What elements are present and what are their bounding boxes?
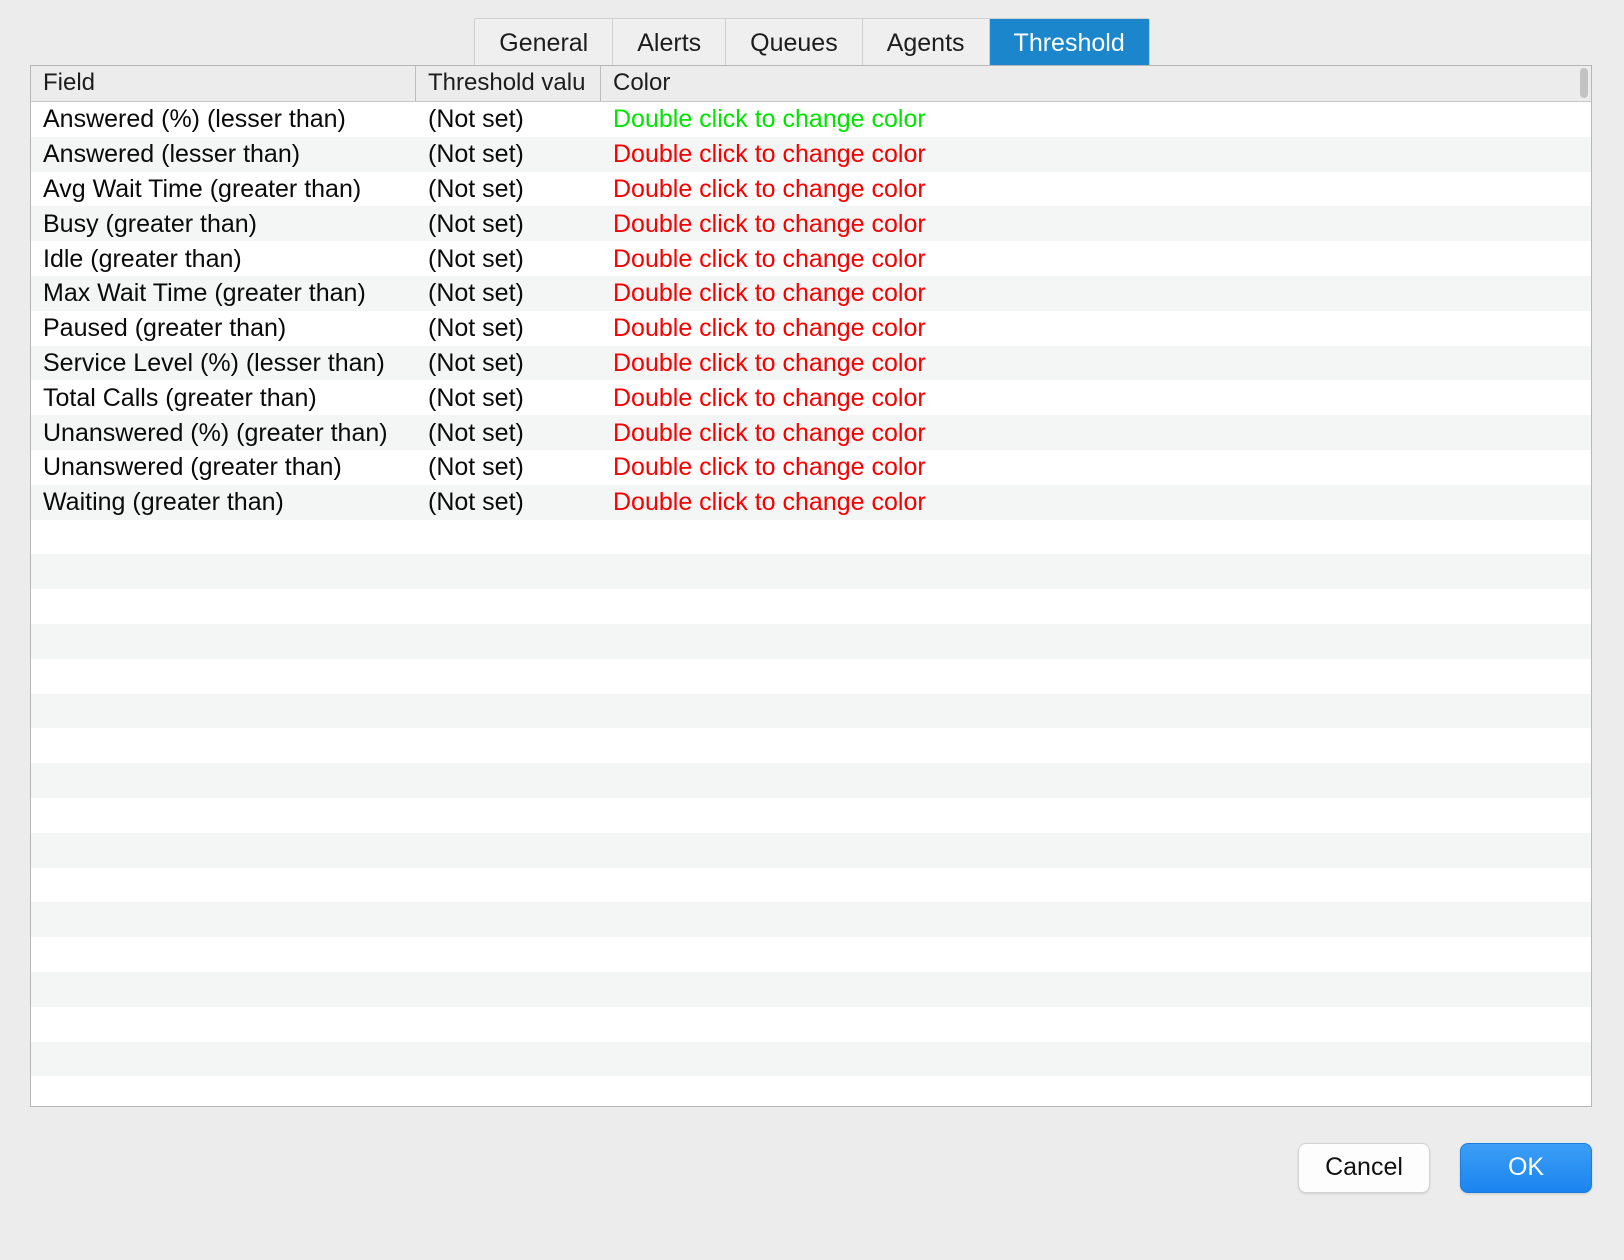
table-row[interactable]: Service Level (%) (lesser than) (Not set)… <box>31 345 1591 381</box>
cell-threshold-value[interactable]: (Not set) <box>416 450 601 484</box>
cell-field: Paused (greater than) <box>43 314 287 343</box>
cell-threshold-value[interactable]: (Not set) <box>416 276 601 310</box>
table-row[interactable]: Answered (lesser than) (Not set) Double cl… <box>31 136 1591 172</box>
cell-field: Total Calls (greater than) <box>43 383 317 412</box>
table-row[interactable]: Paused (greater than) (Not set) Double cli… <box>31 310 1591 346</box>
table-row[interactable]: Waiting (greater than) (Not set) Double cl… <box>31 484 1591 520</box>
table-row-empty[interactable] <box>31 589 1591 624</box>
table-row-empty[interactable] <box>31 937 1591 972</box>
table-row[interactable]: Unanswered (greater than) (Not set) Double… <box>31 449 1591 485</box>
table-row-empty[interactable] <box>31 693 1591 729</box>
table-row-empty[interactable] <box>31 797 1591 833</box>
dialog-window: General Alerts Queues Agents Threshold Field… <box>0 0 1624 1260</box>
table-body: Answered (%) (lesser than) (Not set) Doubl… <box>31 102 1591 1106</box>
table-row-empty[interactable] <box>31 1041 1591 1077</box>
cell-color-picker[interactable]: Double click to change color <box>601 381 1591 415</box>
table-row[interactable]: Idle (greater than) (Not set) Double click… <box>31 241 1591 276</box>
cell-threshold-value[interactable]: (Not set) <box>416 485 601 519</box>
cell-field: Unanswered (%) (greater than) <box>43 418 388 447</box>
table-row-empty[interactable] <box>31 763 1591 798</box>
cell-field: Answered (lesser than) <box>43 140 301 169</box>
tab-alerts[interactable]: Alerts <box>613 19 727 69</box>
dialog-footer: Cancel OK <box>0 1107 1624 1260</box>
cell-threshold-value[interactable]: (Not set) <box>416 102 601 136</box>
cell-field: Service Level (%) (lesser than) <box>43 348 385 377</box>
cell-field: Waiting (greater than) <box>43 488 284 517</box>
cell-color-picker[interactable]: Double click to change color <box>601 172 1591 206</box>
cell-color-picker[interactable]: Double click to change color <box>601 485 1591 519</box>
tab-threshold[interactable]: Threshold <box>989 19 1149 69</box>
table-row-empty[interactable] <box>31 519 1591 555</box>
cell-threshold-value[interactable]: (Not set) <box>416 172 601 206</box>
table-row[interactable]: Answered (%) (lesser than) (Not set) Doubl… <box>31 102 1591 137</box>
table-row[interactable]: Max Wait Time (greater than) (Not set) Dou… <box>31 275 1591 311</box>
cell-field: Unanswered (greater than) <box>43 453 342 482</box>
cell-threshold-value[interactable]: (Not set) <box>416 346 601 380</box>
cell-field: Answered (%) (lesser than) <box>43 105 346 134</box>
cell-color-picker[interactable]: Double click to change color <box>601 450 1591 484</box>
table-row-empty[interactable] <box>31 623 1591 659</box>
scrollbar-thumb[interactable] <box>1580 68 1588 98</box>
table-row-empty[interactable] <box>31 971 1591 1007</box>
table-row-empty[interactable] <box>31 728 1591 764</box>
table-row-empty[interactable] <box>31 902 1591 938</box>
cell-color-picker[interactable]: Double click to change color <box>601 207 1591 241</box>
ok-button[interactable]: OK <box>1460 1143 1592 1193</box>
cell-threshold-value[interactable]: (Not set) <box>416 137 601 171</box>
tab-queues[interactable]: Queues <box>726 19 863 69</box>
table-row-empty[interactable] <box>31 658 1591 694</box>
table-row[interactable]: Unanswered (%) (greater than) (Not set) Do… <box>31 415 1591 450</box>
column-header-threshold-value[interactable]: Threshold valu <box>416 66 601 101</box>
cell-color-picker[interactable]: Double click to change color <box>601 102 1591 136</box>
table-row[interactable]: Avg Wait Time (greater than) (Not set) Dou… <box>31 171 1591 207</box>
cell-field: Max Wait Time (greater than) <box>43 279 366 308</box>
dialog-button-row: Cancel OK <box>1298 1143 1592 1193</box>
column-header-field[interactable]: Field <box>31 66 416 101</box>
table-row[interactable]: Busy (greater than) (Not set) Double click… <box>31 206 1591 242</box>
cell-color-picker[interactable]: Double click to change color <box>601 276 1591 310</box>
cell-color-picker[interactable]: Double click to change color <box>601 416 1591 450</box>
cell-threshold-value[interactable]: (Not set) <box>416 207 601 241</box>
tab-strip: General Alerts Queues Agents Threshold <box>474 18 1150 70</box>
tab-agents[interactable]: Agents <box>862 19 990 69</box>
tab-bar: General Alerts Queues Agents Threshold <box>0 0 1624 70</box>
cancel-button[interactable]: Cancel <box>1298 1143 1430 1193</box>
table-row-empty[interactable] <box>31 1076 1591 1106</box>
cell-color-picker[interactable]: Double click to change color <box>601 311 1591 345</box>
cell-field: Idle (greater than) <box>43 244 242 273</box>
threshold-table: Field Threshold valu Color Answered (%) … <box>30 65 1592 1107</box>
cell-threshold-value[interactable]: (Not set) <box>416 311 601 345</box>
cell-color-picker[interactable]: Double click to change color <box>601 346 1591 380</box>
cell-field: Busy (greater than) <box>43 209 257 238</box>
table-header-row: Field Threshold valu Color <box>31 66 1591 102</box>
table-row-empty[interactable] <box>31 554 1591 590</box>
cell-color-picker[interactable]: Double click to change color <box>601 242 1591 276</box>
cell-threshold-value[interactable]: (Not set) <box>416 242 601 276</box>
cell-field: Avg Wait Time (greater than) <box>43 174 362 203</box>
cell-threshold-value[interactable]: (Not set) <box>416 381 601 415</box>
column-header-color[interactable]: Color <box>601 66 1591 101</box>
table-row-empty[interactable] <box>31 832 1591 868</box>
cell-color-picker[interactable]: Double click to change color <box>601 137 1591 171</box>
cell-threshold-value[interactable]: (Not set) <box>416 416 601 450</box>
table-row[interactable]: Total Calls (greater than) (Not set) Doubl… <box>31 380 1591 416</box>
table-row-empty[interactable] <box>31 1006 1591 1042</box>
table-row-empty[interactable] <box>31 867 1591 903</box>
tab-general[interactable]: General <box>475 19 614 69</box>
